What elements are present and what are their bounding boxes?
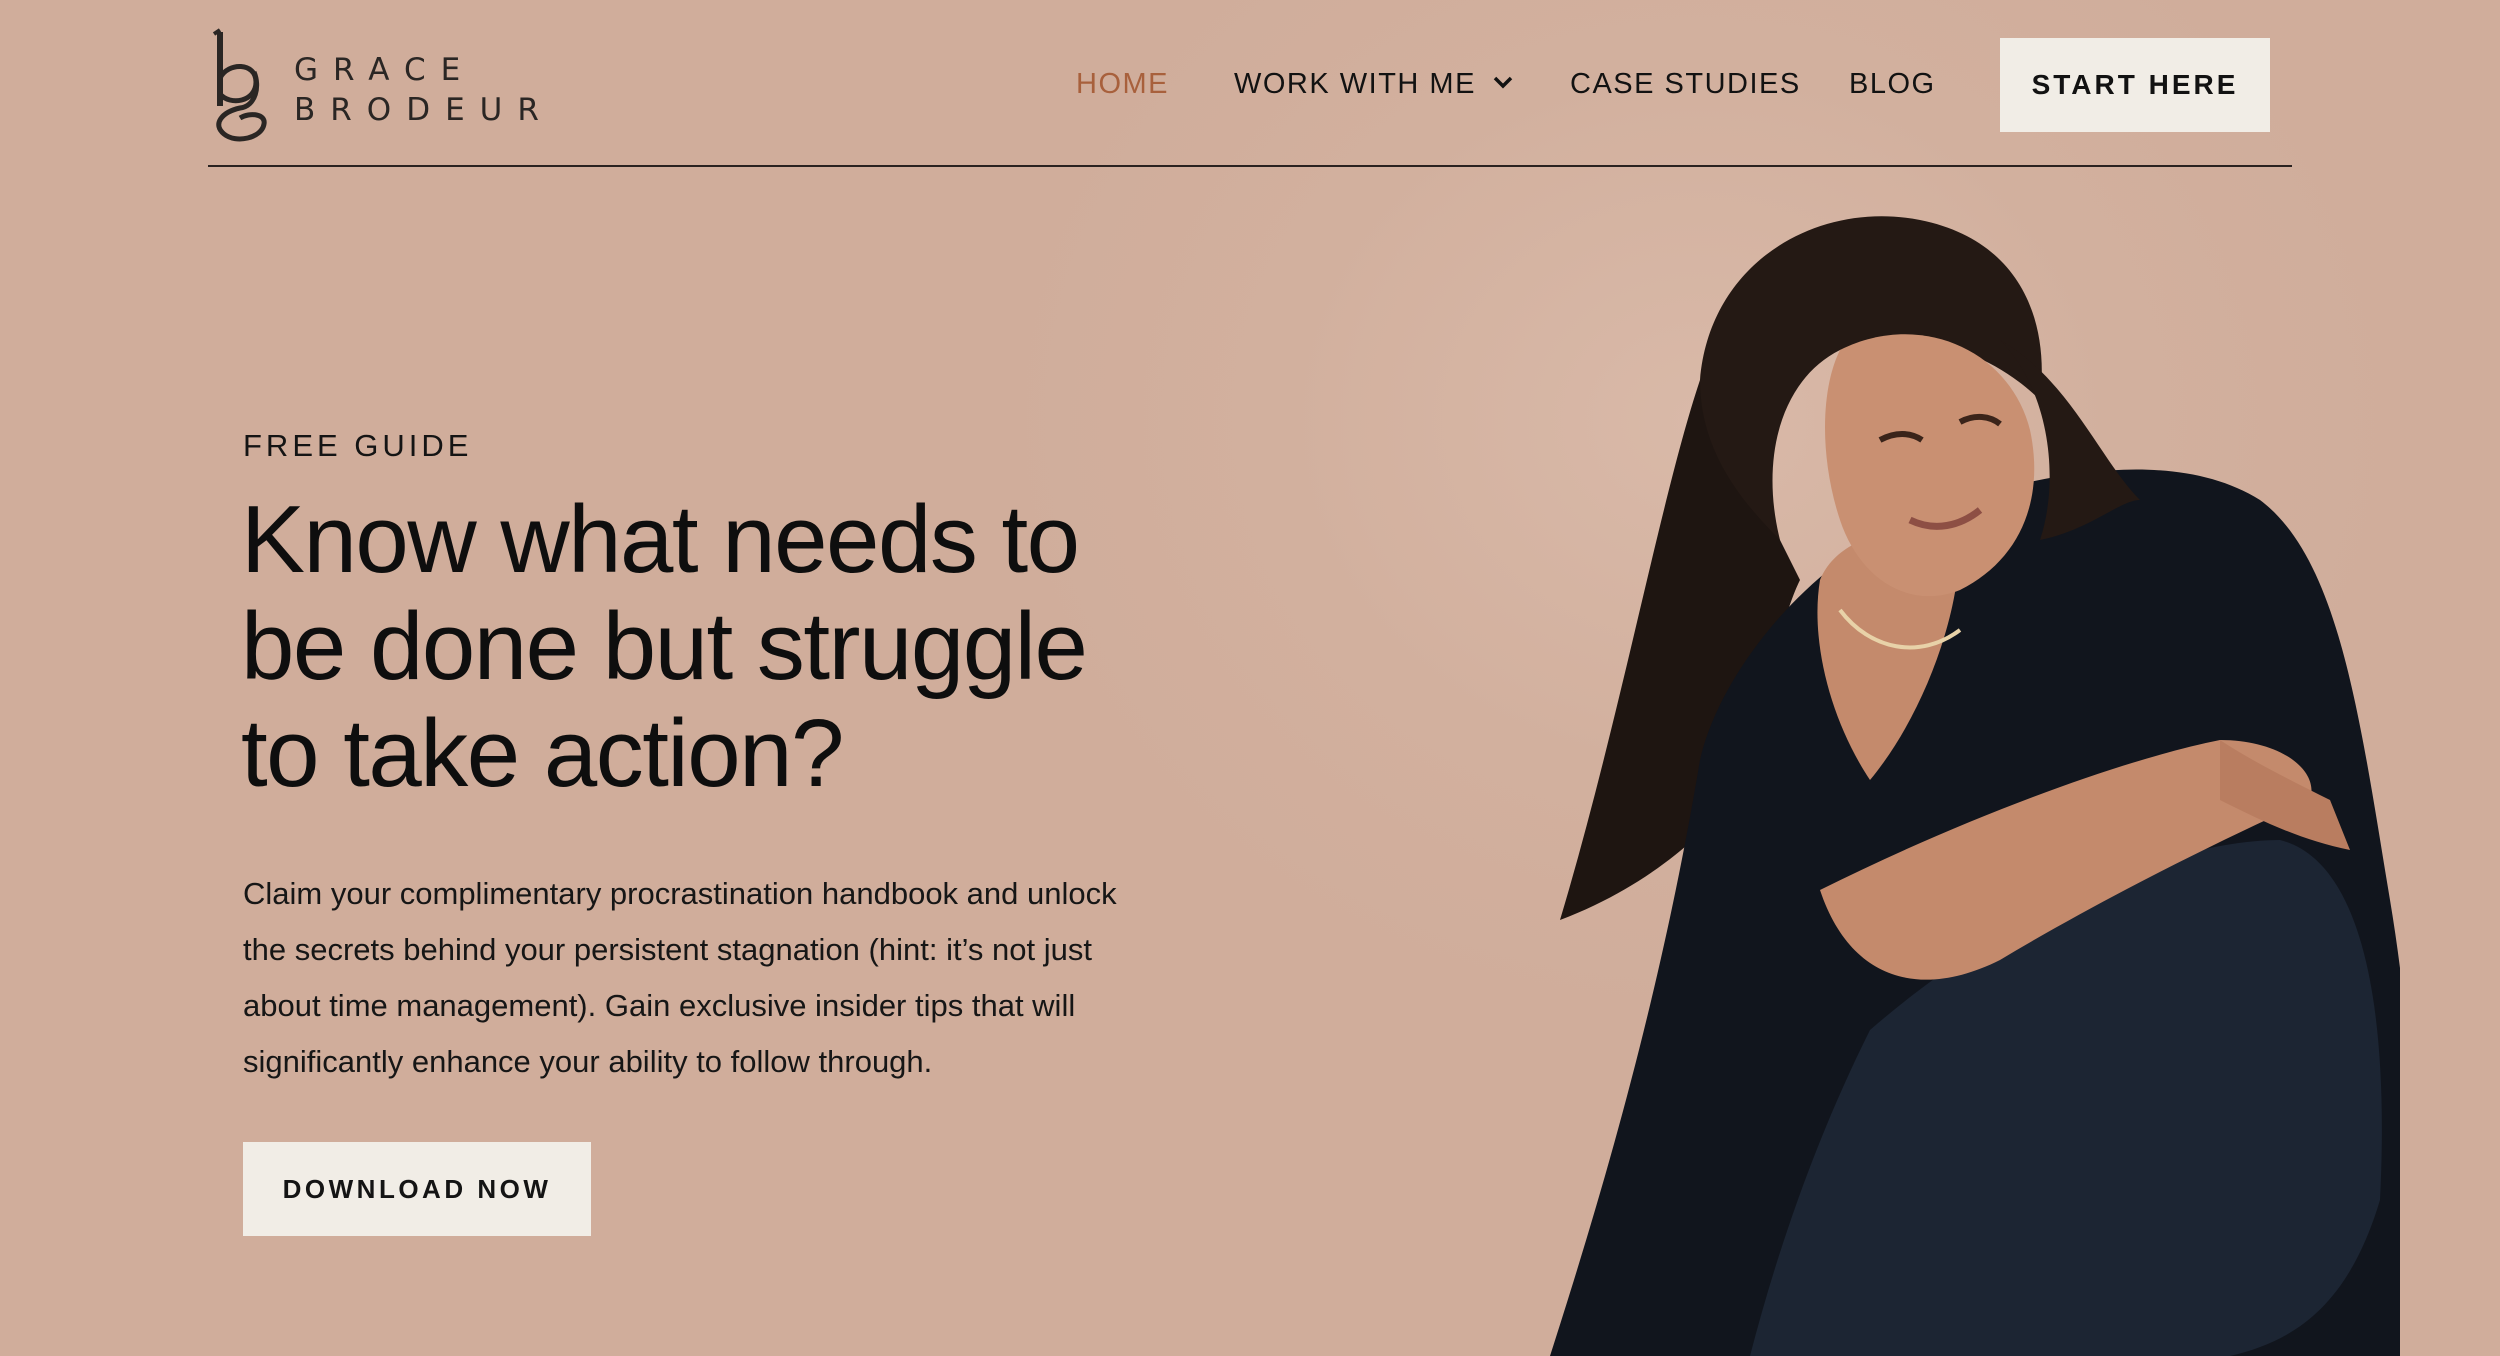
- brand-logo[interactable]: GRACE BRODEUR: [206, 28, 566, 144]
- start-here-button[interactable]: START HERE: [2000, 38, 2270, 132]
- hero-description-line: about time management). Gain exclusive i…: [243, 988, 1076, 1023]
- nav-item-home[interactable]: HOME: [1076, 64, 1169, 104]
- nav-item-work-with-me[interactable]: WORK WITH ME: [1234, 64, 1516, 104]
- hero-headline-line: to take action?: [241, 700, 844, 807]
- page: GRACE BRODEUR HOME WORK WITH ME CASE STU…: [0, 0, 2500, 1356]
- hero-description: Claim your complimentary procrastination…: [243, 866, 1203, 1090]
- chevron-down-icon: [1493, 77, 1513, 89]
- brand-name-line2: BRODEUR: [294, 92, 554, 128]
- brand-wordmark: GRACE BRODEUR: [294, 50, 554, 130]
- hero-headline-line: Know what needs to: [241, 486, 1080, 593]
- brand-name-line1: GRACE: [294, 52, 476, 88]
- portrait-photo: [1550, 216, 2400, 1356]
- hero-description-line: Claim your complimentary procrastination…: [243, 876, 1117, 911]
- nav-item-work-with-me-label: WORK WITH ME: [1234, 68, 1476, 100]
- header-divider: [208, 165, 2292, 167]
- nav-item-blog[interactable]: BLOG: [1849, 64, 1936, 104]
- hero-description-line: significantly enhance your ability to fo…: [243, 1044, 933, 1079]
- hero-headline-line: be done but struggle: [241, 593, 1088, 700]
- hero-headline: Know what needs to be done but struggle …: [241, 486, 1141, 807]
- bg-monogram-icon: [212, 28, 267, 142]
- download-now-button[interactable]: DOWNLOAD NOW: [243, 1142, 591, 1236]
- hero-description-line: the secrets behind your persistent stagn…: [243, 932, 1092, 967]
- hero-eyebrow: FREE GUIDE: [243, 428, 473, 463]
- nav-item-case-studies[interactable]: CASE STUDIES: [1570, 64, 1801, 104]
